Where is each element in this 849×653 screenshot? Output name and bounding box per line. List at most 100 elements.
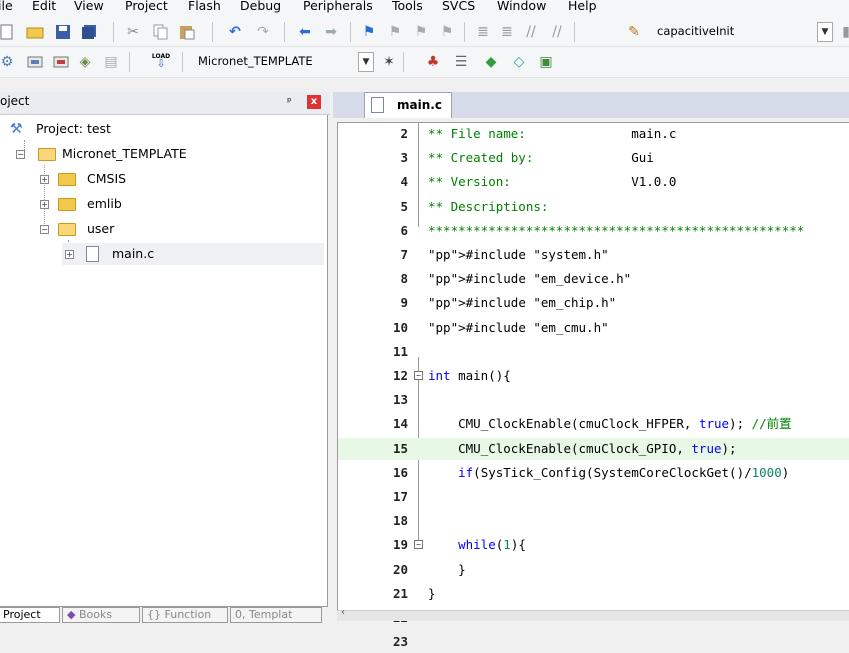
paste-icon[interactable]	[178, 23, 196, 41]
select-software-icon[interactable]: ▣	[537, 53, 555, 71]
chevron-down-icon[interactable]: ▼	[358, 52, 374, 72]
new-file-icon[interactable]	[0, 23, 16, 41]
menu-debug[interactable]: Debug	[240, 0, 281, 13]
code-line[interactable]: 17	[338, 486, 849, 508]
find-icon[interactable]: ▮	[837, 23, 849, 41]
menu-svcs[interactable]: SVCS	[442, 0, 475, 13]
rebuild-icon[interactable]	[52, 53, 70, 71]
uncomment-icon[interactable]: //	[548, 23, 566, 41]
cut-icon[interactable]: ✂	[124, 23, 142, 41]
code-line[interactable]: 6 ***************************************…	[338, 220, 849, 242]
redo-icon[interactable]: ↷	[254, 23, 272, 41]
menu-help[interactable]: Help	[568, 0, 597, 13]
tab-books[interactable]: ◆ Books	[62, 607, 140, 623]
code-line[interactable]: 2 ** File name: main.c	[338, 123, 849, 145]
pin-icon[interactable]: ᵖ	[287, 95, 292, 108]
build-icon[interactable]	[26, 53, 44, 71]
code-line[interactable]: 5 ** Descriptions:	[338, 196, 849, 218]
menu-window[interactable]: Window	[497, 0, 546, 13]
nav-forward-icon[interactable]: ➡	[322, 23, 340, 41]
code-line[interactable]: 16 if(SysTick_Config(SystemCoreClockGet(…	[338, 462, 849, 484]
code-editor[interactable]: 2 ** File name: main.c 3 ** Created by: Gui…	[337, 122, 849, 649]
nav-back-icon[interactable]: ⬅	[296, 23, 314, 41]
fold-toggle-icon[interactable]: −	[414, 371, 423, 380]
tab-functions[interactable]: {} Function	[142, 607, 228, 623]
code-line[interactable]: 4 ** Version: V1.0.0	[338, 171, 849, 193]
tree-label: emlib	[87, 196, 122, 211]
menu-tools[interactable]: Tools	[392, 0, 423, 13]
line-number: 23	[392, 634, 408, 650]
code-line[interactable]: 19 while(1){−	[338, 534, 849, 556]
pack-installer-icon[interactable]: ◇	[510, 53, 528, 71]
bookmark-icon[interactable]: ⚑	[360, 23, 378, 41]
download-load-icon[interactable]: LOAD ⇩	[152, 51, 170, 69]
code-line[interactable]: 11	[338, 341, 849, 363]
find-combo[interactable]: capacitiveInit	[651, 22, 816, 42]
find-in-files-icon[interactable]: ✎	[625, 23, 643, 41]
code-line[interactable]: 13	[338, 389, 849, 411]
collapse-icon[interactable]: −	[40, 225, 49, 234]
save-icon[interactable]	[54, 23, 72, 41]
tab-templates[interactable]: 0, Templat	[230, 607, 322, 623]
menu-flash[interactable]: Flash	[188, 0, 221, 13]
scroll-left-icon[interactable]: ‹	[341, 607, 345, 618]
menu-project[interactable]: Project	[125, 0, 168, 13]
code-line[interactable]: 15 CMU_ClockEnable(cmuClock_GPIO, true);	[338, 437, 849, 460]
tree-item-target[interactable]: − Micronet_TEMPLATE	[0, 143, 320, 165]
line-number: 17	[392, 489, 408, 504]
code-line[interactable]: 9 "pp">#include "em_chip.h"	[338, 292, 849, 314]
code-line[interactable]: 18	[338, 510, 849, 532]
bookmark-next-icon[interactable]: ⚑	[412, 23, 430, 41]
open-folder-icon[interactable]	[26, 23, 44, 41]
menu-view[interactable]: View	[74, 0, 104, 13]
tab-project[interactable]: Project	[0, 607, 60, 623]
file-extensions-icon[interactable]: ☰	[452, 53, 470, 71]
toolbar-separator	[284, 22, 285, 42]
undo-icon[interactable]: ↶	[226, 23, 244, 41]
code-line[interactable]: 3 ** Created by: Gui	[338, 147, 849, 169]
code-line[interactable]: 7 "pp">#include "system.h"	[338, 244, 849, 266]
comment-icon[interactable]: //	[522, 23, 540, 41]
line-number: 11	[392, 343, 408, 359]
copy-icon[interactable]	[152, 23, 170, 41]
code-line[interactable]: 23	[338, 631, 849, 653]
code-line[interactable]: 20 }	[338, 559, 849, 581]
expand-icon[interactable]: +	[40, 200, 49, 209]
code-line[interactable]: 21}	[338, 583, 849, 605]
code-line[interactable]: 8 "pp">#include "em_device.h"	[338, 268, 849, 290]
panel-title: oject	[0, 94, 30, 108]
chevron-down-icon[interactable]: ▼	[817, 22, 833, 42]
batch-build-icon[interactable]: ◈	[76, 53, 94, 71]
target-select[interactable]: Micronet_TEMPLATE	[192, 52, 355, 72]
target-options-icon[interactable]: ✶	[380, 53, 398, 71]
code-text: ** Version: V1.0.0	[428, 174, 677, 190]
close-icon[interactable]: x	[307, 95, 321, 109]
stop-build-icon[interactable]: ▤	[102, 53, 120, 71]
menu-peripherals[interactable]: Peripherals	[303, 0, 373, 13]
code-text: "pp">#include "em_chip.h"	[428, 295, 617, 311]
code-line[interactable]: 14 CMU_ClockEnable(cmuClock_HFPER, true)…	[338, 413, 849, 435]
collapse-icon[interactable]: −	[16, 150, 25, 159]
translate-icon[interactable]: ⚙	[0, 53, 16, 71]
bookmark-prev-icon[interactable]: ⚑	[386, 23, 404, 41]
expand-icon[interactable]: +	[40, 175, 49, 184]
toolbar-separator	[129, 52, 130, 72]
run-time-env-icon[interactable]: ◆	[482, 53, 500, 71]
indent-icon[interactable]: ≣	[474, 23, 492, 41]
tab-main-c[interactable]: main.c	[364, 92, 452, 118]
horizontal-scrollbar[interactable]: ‹	[337, 607, 849, 621]
code-line[interactable]: 12 int main(){−	[338, 365, 849, 387]
bookmark-clear-icon[interactable]: ⚑	[438, 23, 456, 41]
line-number: 15	[392, 440, 408, 456]
toolbar-separator	[403, 52, 404, 72]
tree-label: user	[87, 221, 115, 236]
menu-edit[interactable]: Edit	[32, 0, 56, 13]
manage-components-icon[interactable]: ♣	[424, 53, 442, 71]
save-all-icon[interactable]	[80, 23, 98, 41]
tree-item-main-c[interactable]: + main.c	[62, 243, 324, 265]
fold-toggle-icon[interactable]: −	[414, 540, 423, 550]
menu-file[interactable]: ile	[0, 0, 13, 13]
code-line[interactable]: 10 "pp">#include "em_cmu.h"	[338, 317, 849, 339]
expand-icon[interactable]: +	[65, 250, 74, 259]
unindent-icon[interactable]: ≣	[498, 23, 516, 41]
